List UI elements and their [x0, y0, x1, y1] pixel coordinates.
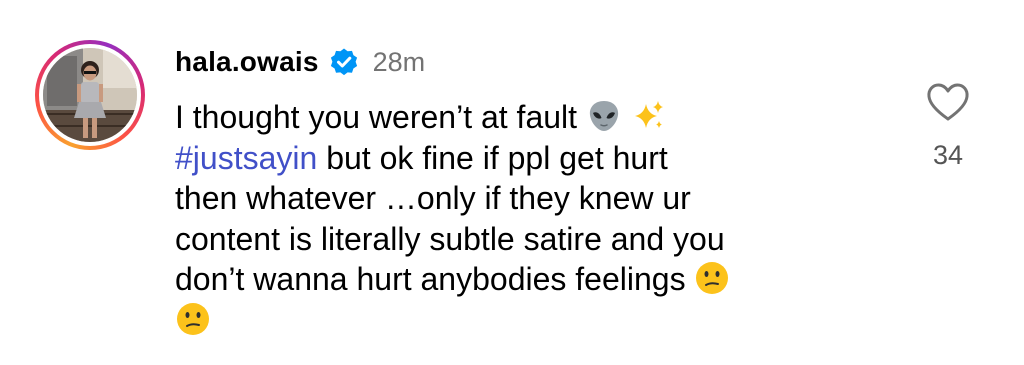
- verified-badge-icon: [329, 47, 359, 77]
- story-ring[interactable]: [35, 40, 145, 150]
- comment-line: don’t wanna hurt anybodies feelings: [175, 259, 875, 300]
- comment-text: I thought you weren’t at fault #justsayi…: [175, 97, 875, 340]
- comment-line: #justsayin but ok fine if ppl get hurt: [175, 139, 668, 176]
- comment-line: content is literally subtle satire and y…: [175, 220, 725, 257]
- comment-line: I thought you weren’t at fault: [175, 97, 875, 138]
- hashtag-link[interactable]: #justsayin: [175, 140, 317, 176]
- username[interactable]: hala.owais: [175, 46, 319, 78]
- like-section: 34: [918, 82, 978, 172]
- confused-face-icon: [175, 301, 211, 337]
- comment: hala.owais 28m I thought you weren’t at …: [0, 0, 1024, 365]
- comment-line: then whatever …only if they knew ur: [175, 180, 691, 216]
- like-count: 34: [932, 140, 964, 170]
- alien-icon: [586, 98, 622, 134]
- sparkles-icon: [631, 98, 667, 134]
- comment-line: [175, 300, 875, 341]
- comment-header: hala.owais 28m: [175, 42, 425, 82]
- comment-timestamp: 28m: [372, 46, 426, 77]
- heart-icon[interactable]: [926, 82, 970, 122]
- confused-face-icon: [694, 260, 730, 296]
- avatar[interactable]: [43, 48, 137, 142]
